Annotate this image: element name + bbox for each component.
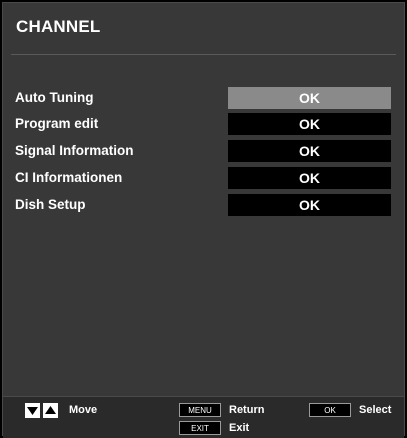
menu-item-program-edit[interactable]: Program edit OK: [3, 113, 406, 135]
key-hint-bar: Move MENU Return EXIT Exit OK Select: [3, 396, 404, 438]
move-hint-label: Move: [69, 404, 98, 416]
menu-key: MENU: [179, 403, 221, 417]
menu-item-label: Auto Tuning: [15, 90, 94, 105]
menu-item-label: Program edit: [15, 116, 99, 131]
page-title: CHANNEL: [16, 17, 101, 36]
up-arrow-icon: [43, 403, 58, 418]
channel-menu-panel: CHANNEL Auto Tuning OK Program edit OK S…: [2, 2, 406, 438]
auto-tuning-ok-button[interactable]: OK: [228, 87, 391, 109]
menu-item-label: CI Informationen: [15, 170, 123, 185]
menu-item-signal-information[interactable]: Signal Information OK: [3, 140, 406, 162]
menu-item-label: Signal Information: [15, 143, 134, 158]
tv-screen: CHANNEL Auto Tuning OK Program edit OK S…: [0, 0, 407, 438]
menu-item-ci-informationen[interactable]: CI Informationen OK: [3, 167, 406, 189]
select-hint-label: Select: [359, 404, 392, 416]
dish-setup-ok-button[interactable]: OK: [228, 194, 391, 216]
exit-hint-label: Exit: [229, 422, 250, 434]
ci-informationen-ok-button[interactable]: OK: [228, 167, 391, 189]
program-edit-ok-button[interactable]: OK: [228, 113, 391, 135]
down-arrow-icon: [25, 403, 40, 418]
menu-item-auto-tuning[interactable]: Auto Tuning OK: [3, 87, 406, 109]
ok-key: OK: [309, 403, 351, 417]
return-hint-label: Return: [229, 404, 265, 416]
exit-key: EXIT: [179, 421, 221, 435]
menu-item-label: Dish Setup: [15, 197, 86, 212]
menu-item-dish-setup[interactable]: Dish Setup OK: [3, 194, 406, 216]
title-divider: [11, 54, 396, 55]
signal-information-ok-button[interactable]: OK: [228, 140, 391, 162]
